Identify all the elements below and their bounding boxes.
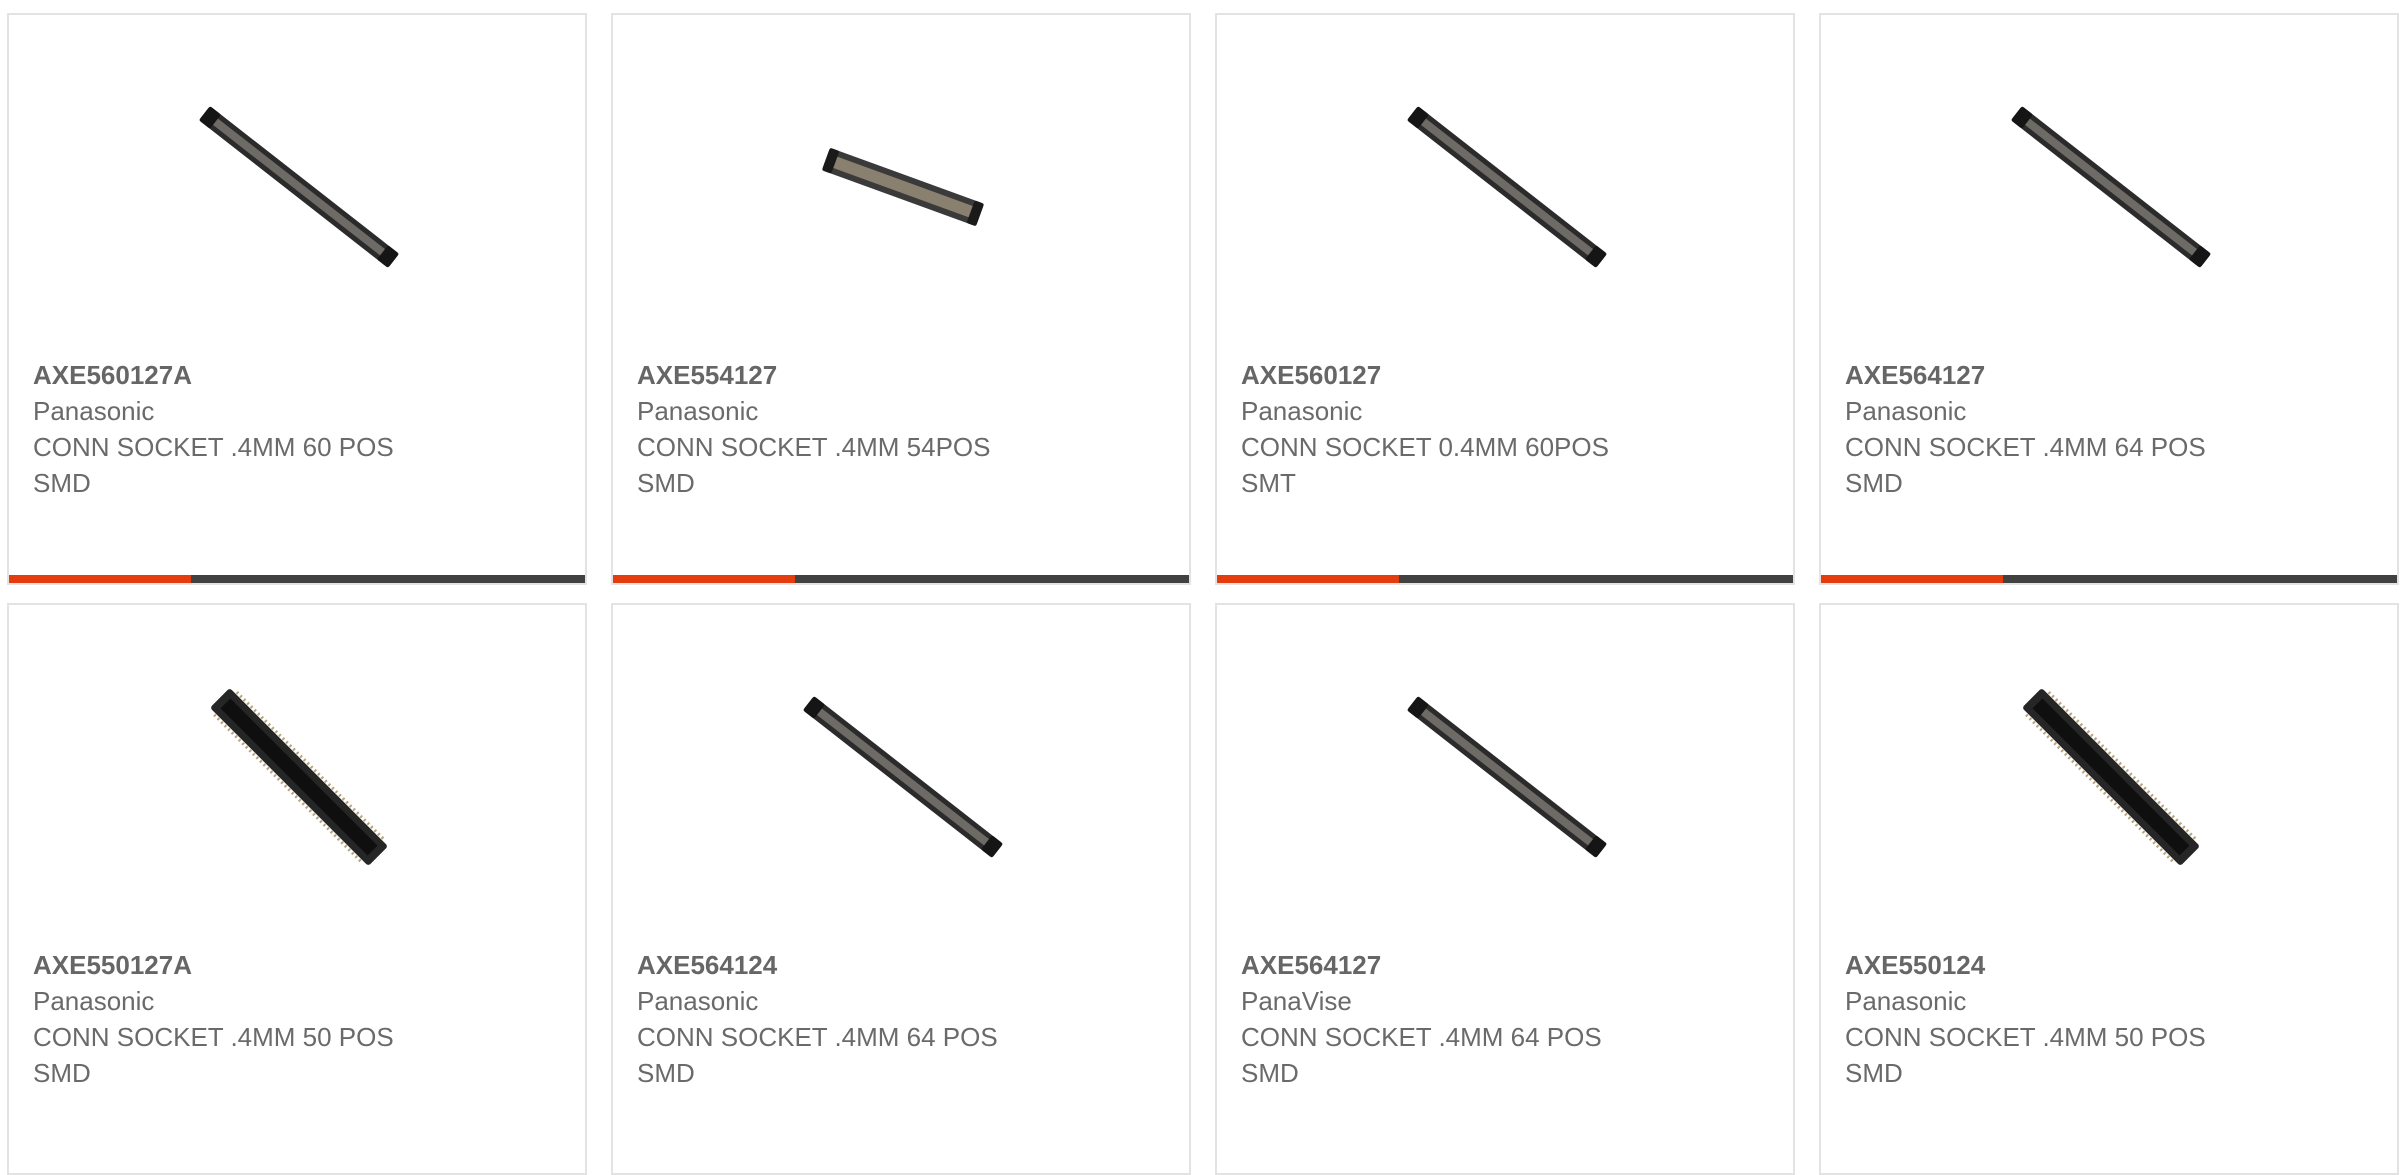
connector-diagonal-long-icon — [1405, 675, 1609, 879]
product-card[interactable]: AXE564127 Panasonic CONN SOCKET .4MM 64 … — [1819, 13, 2399, 585]
product-card[interactable]: AXE554127 Panasonic CONN SOCKET .4MM 54P… — [611, 13, 1191, 585]
connector-diagonal-long-icon — [2009, 85, 2213, 289]
connector-diagonal-wide-icon — [197, 675, 401, 879]
description-line-2: SMD — [33, 468, 91, 498]
product-info: AXE560127A Panasonic CONN SOCKET .4MM 60… — [33, 357, 553, 501]
description-line-2: SMD — [1845, 468, 1903, 498]
description-line-1: CONN SOCKET 0.4MM 60POS — [1241, 432, 1609, 462]
card-bottom-bar — [613, 575, 1189, 583]
product-info: AXE550124 Panasonic CONN SOCKET .4MM 50 … — [1845, 947, 2365, 1091]
connector-diagonal-wide-icon — [2009, 675, 2213, 879]
description-line-1: CONN SOCKET .4MM 60 POS — [33, 432, 394, 462]
card-accent-bar — [613, 575, 795, 583]
description-line-2: SMD — [1241, 1058, 1299, 1088]
part-number[interactable]: AXE564127 — [1845, 357, 2365, 393]
product-info: AXE560127 Panasonic CONN SOCKET 0.4MM 60… — [1241, 357, 1761, 501]
card-accent-bar — [1217, 575, 1399, 583]
part-number[interactable]: AXE550127A — [33, 947, 553, 983]
description-line-1: CONN SOCKET .4MM 50 POS — [33, 1022, 394, 1052]
description-line-1: CONN SOCKET .4MM 54POS — [637, 432, 991, 462]
manufacturer: Panasonic — [33, 986, 155, 1016]
part-number[interactable]: AXE564127 — [1241, 947, 1761, 983]
product-card[interactable]: AXE564124 Panasonic CONN SOCKET .4MM 64 … — [611, 603, 1191, 1175]
part-number[interactable]: AXE550124 — [1845, 947, 2365, 983]
description-line-2: SMD — [637, 1058, 695, 1088]
manufacturer: Panasonic — [1845, 396, 1967, 426]
description-line-2: SMD — [637, 468, 695, 498]
manufacturer: Panasonic — [33, 396, 155, 426]
card-accent-bar — [9, 575, 191, 583]
card-bottom-bar — [9, 575, 585, 583]
card-bottom-bar — [1217, 575, 1793, 583]
manufacturer: Panasonic — [637, 396, 759, 426]
card-bottom-bar — [1821, 575, 2397, 583]
connector-diagonal-long-icon — [197, 85, 401, 289]
product-grid: AXE560127A Panasonic CONN SOCKET .4MM 60… — [0, 0, 2400, 1175]
product-card[interactable]: AXE550124 Panasonic CONN SOCKET .4MM 50 … — [1819, 603, 2399, 1175]
description-line-2: SMD — [33, 1058, 91, 1088]
product-info: AXE564124 Panasonic CONN SOCKET .4MM 64 … — [637, 947, 1157, 1091]
connector-diagonal-long-icon — [801, 675, 1005, 879]
product-card[interactable]: AXE560127 Panasonic CONN SOCKET 0.4MM 60… — [1215, 13, 1795, 585]
product-info: AXE564127 PanaVise CONN SOCKET .4MM 64 P… — [1241, 947, 1761, 1091]
connector-diagonal-long-icon — [1405, 85, 1609, 289]
part-number[interactable]: AXE560127 — [1241, 357, 1761, 393]
manufacturer: Panasonic — [637, 986, 759, 1016]
product-info: AXE554127 Panasonic CONN SOCKET .4MM 54P… — [637, 357, 1157, 501]
description-line-2: SMD — [1845, 1058, 1903, 1088]
product-card[interactable]: AXE564127 PanaVise CONN SOCKET .4MM 64 P… — [1215, 603, 1795, 1175]
manufacturer: PanaVise — [1241, 986, 1352, 1016]
description-line-1: CONN SOCKET .4MM 64 POS — [1845, 432, 2206, 462]
product-card[interactable]: AXE550127A Panasonic CONN SOCKET .4MM 50… — [7, 603, 587, 1175]
manufacturer: Panasonic — [1845, 986, 1967, 1016]
product-card[interactable]: AXE560127A Panasonic CONN SOCKET .4MM 60… — [7, 13, 587, 585]
part-number[interactable]: AXE564124 — [637, 947, 1157, 983]
part-number[interactable]: AXE560127A — [33, 357, 553, 393]
product-info: AXE564127 Panasonic CONN SOCKET .4MM 64 … — [1845, 357, 2365, 501]
manufacturer: Panasonic — [1241, 396, 1363, 426]
description-line-1: CONN SOCKET .4MM 64 POS — [637, 1022, 998, 1052]
product-info: AXE550127A Panasonic CONN SOCKET .4MM 50… — [33, 947, 553, 1091]
card-accent-bar — [1821, 575, 2003, 583]
part-number[interactable]: AXE554127 — [637, 357, 1157, 393]
description-line-1: CONN SOCKET .4MM 64 POS — [1241, 1022, 1602, 1052]
description-line-1: CONN SOCKET .4MM 50 POS — [1845, 1022, 2206, 1052]
connector-shallow-icon — [801, 85, 1005, 289]
description-line-2: SMT — [1241, 468, 1296, 498]
